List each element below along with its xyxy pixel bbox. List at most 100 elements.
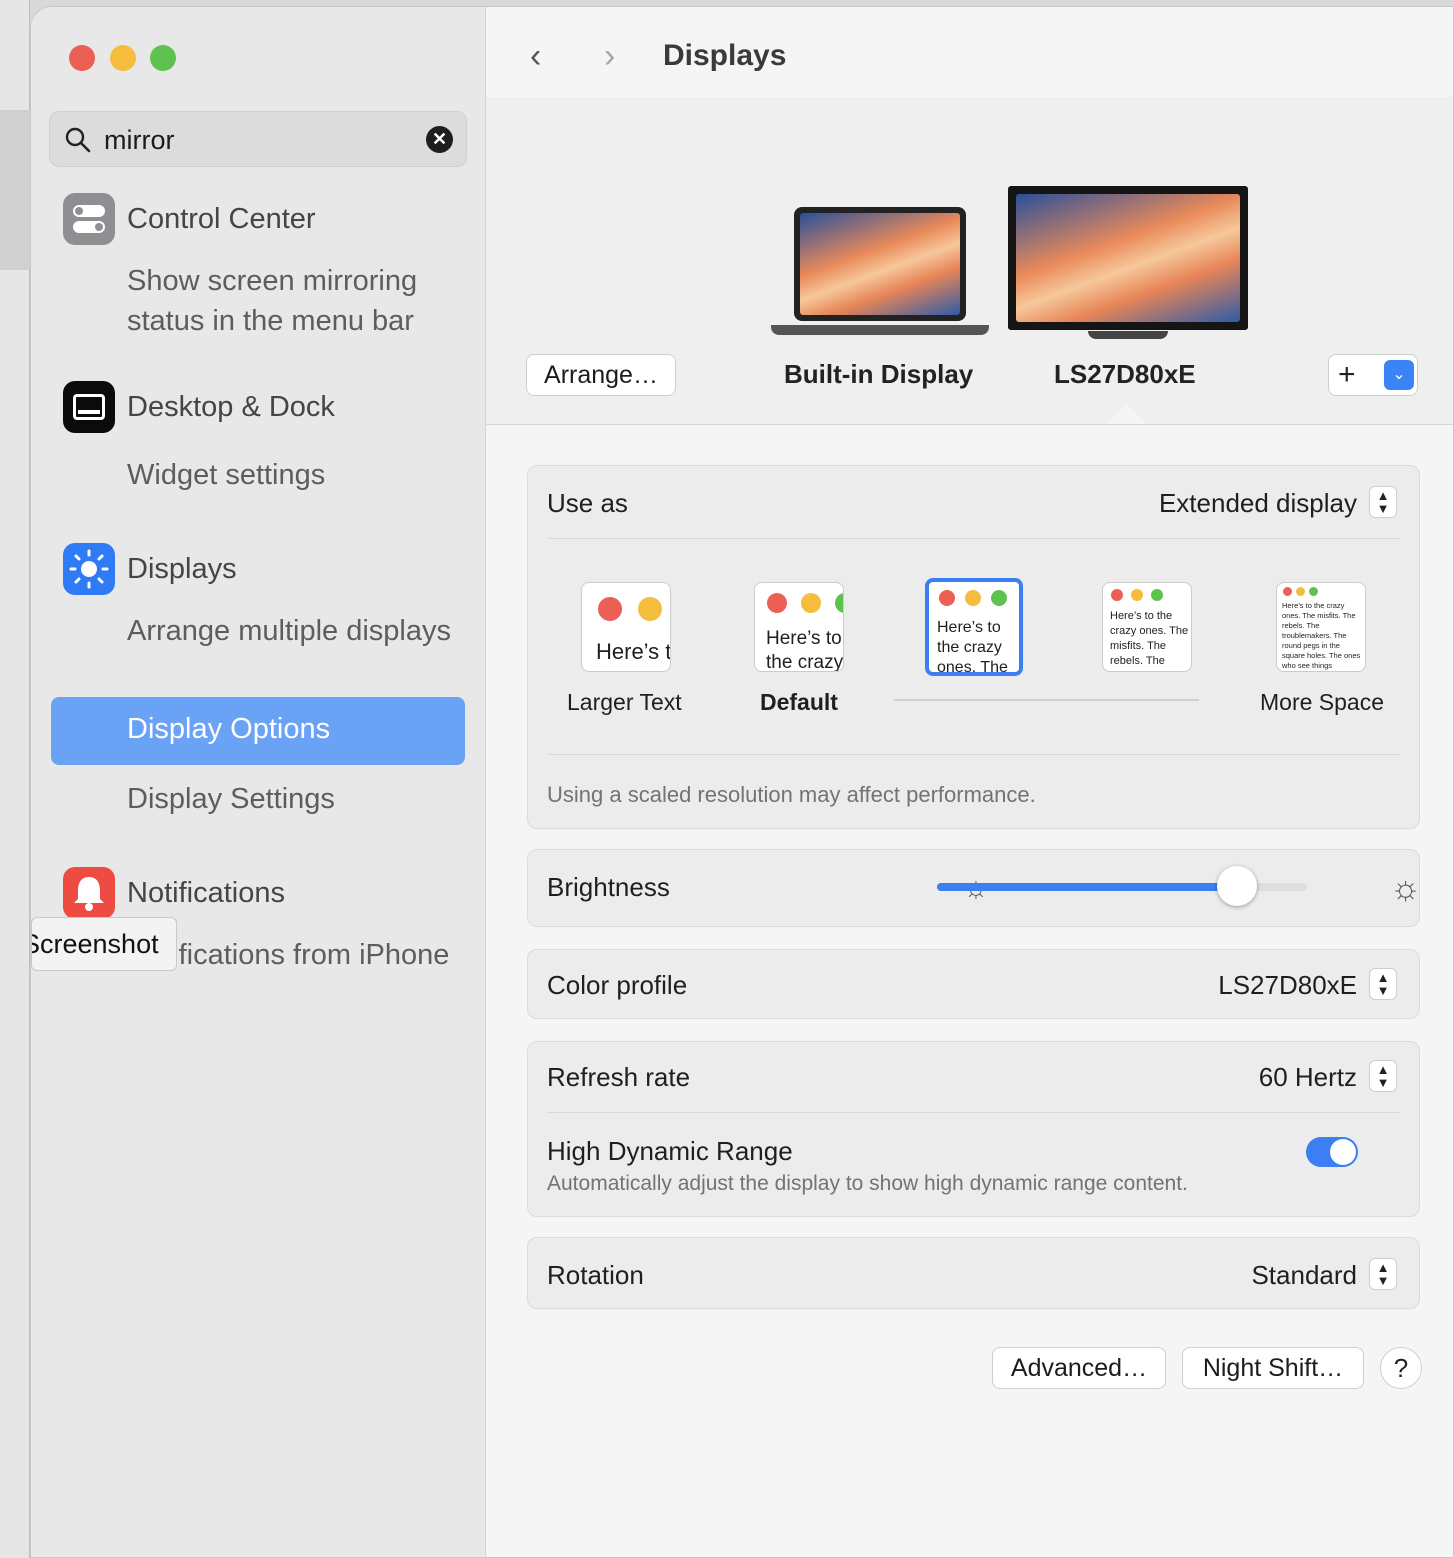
hdr-label: High Dynamic Range bbox=[547, 1136, 793, 1166]
red-dot bbox=[767, 593, 787, 613]
sun-icon bbox=[63, 543, 115, 595]
brightness-label: Brightness bbox=[547, 872, 670, 902]
sample-text: Here’s to the crazy ones. The misfits. T… bbox=[937, 619, 1008, 672]
screenshot-tooltip: Screenshot bbox=[31, 917, 177, 971]
divider bbox=[547, 754, 1400, 755]
night-shift-button[interactable]: Night Shift… bbox=[1182, 1347, 1364, 1389]
search-input[interactable] bbox=[104, 124, 404, 156]
yellow-dot bbox=[638, 597, 662, 621]
toggle-switches-icon bbox=[63, 193, 115, 245]
external-display-thumbnail[interactable] bbox=[1008, 186, 1248, 330]
sidebar-subitem-widget-settings[interactable]: Widget settings bbox=[127, 455, 467, 495]
resolution-option-more-space[interactable]: Here’s to the crazy ones. The misfits. T… bbox=[1276, 582, 1366, 672]
hdr-description: Automatically adjust the display to show… bbox=[547, 1172, 1188, 1195]
red-dot bbox=[1283, 587, 1292, 596]
refresh-rate-card: Refresh rate 60 Hertz ▲ ▼ High Dynamic Ra… bbox=[527, 1041, 1420, 1217]
sample-text: Here’s to the crazy ones. The misfits. T… bbox=[596, 639, 670, 664]
external-display-label[interactable]: LS27D80xE bbox=[1054, 359, 1196, 390]
rotation-label: Rotation bbox=[547, 1260, 644, 1290]
monitor-stand bbox=[1088, 331, 1168, 339]
green-dot bbox=[1309, 587, 1318, 596]
resolution-scale-line bbox=[894, 699, 1199, 701]
more-space-label: More Space bbox=[1260, 689, 1385, 715]
sample-text: Here’s to the crazy ones. The misfits. T… bbox=[766, 628, 844, 672]
builtin-display-label[interactable]: Built-in Display bbox=[784, 359, 973, 390]
sidebar-item-control-center[interactable]: Control Center bbox=[127, 203, 316, 236]
refresh-rate-value[interactable]: 60 Hertz bbox=[1259, 1062, 1357, 1093]
tooltip-text: Screenshot bbox=[31, 929, 159, 959]
color-profile-card: Color profile LS27D80xE ▲ ▼ bbox=[527, 949, 1420, 1019]
plus-icon: + bbox=[1338, 358, 1356, 391]
red-dot bbox=[1111, 589, 1123, 601]
add-display-button[interactable]: + ⌄ bbox=[1328, 354, 1418, 396]
divider bbox=[547, 1112, 1400, 1113]
background-window bbox=[0, 0, 30, 1558]
refresh-rate-label: Refresh rate bbox=[547, 1062, 691, 1092]
rotation-stepper[interactable]: ▲ ▼ bbox=[1369, 1258, 1397, 1290]
brightness-slider-knob[interactable] bbox=[1216, 866, 1257, 906]
advanced-button[interactable]: Advanced… bbox=[992, 1347, 1166, 1389]
bright-sun-icon: ☼ bbox=[1390, 869, 1422, 907]
yellow-dot bbox=[965, 590, 981, 606]
green-dot bbox=[991, 590, 1007, 606]
close-window-button[interactable] bbox=[69, 45, 95, 71]
page-title: Displays bbox=[663, 39, 787, 72]
chevron-down-icon[interactable]: ⌄ bbox=[1384, 360, 1414, 390]
default-label: Default bbox=[760, 689, 838, 715]
scaled-resolution-note: Using a scaled resolution may affect per… bbox=[547, 782, 1036, 807]
sidebar-subitem-label: Display Options bbox=[127, 713, 331, 745]
selection-pointer bbox=[1107, 404, 1147, 424]
rotation-card: Rotation Standard ▲ ▼ bbox=[527, 1237, 1420, 1309]
yellow-dot bbox=[801, 593, 821, 613]
refresh-rate-stepper[interactable]: ▲ ▼ bbox=[1369, 1060, 1397, 1092]
forward-button[interactable]: › bbox=[604, 37, 615, 76]
wallpaper-image bbox=[1016, 194, 1240, 322]
main-pane: ‹ › Displays Arrange… Built-in Display L… bbox=[486, 7, 1453, 1557]
rotation-value[interactable]: Standard bbox=[1251, 1260, 1357, 1291]
sidebar-subitem-notifications-from-iphone[interactable]: Notifications from iPhone bbox=[127, 935, 467, 975]
color-profile-label: Color profile bbox=[547, 970, 688, 1000]
resolution-option-smaller[interactable]: Here’s to the crazy ones. The misfits. T… bbox=[1102, 582, 1192, 672]
hdr-toggle[interactable] bbox=[1306, 1137, 1358, 1167]
divider bbox=[547, 538, 1400, 539]
sidebar-item-notifications[interactable]: Notifications bbox=[127, 877, 285, 910]
arrange-button[interactable]: Arrange… bbox=[526, 354, 676, 396]
use-as-value[interactable]: Extended display bbox=[1159, 488, 1357, 519]
builtin-display-thumbnail[interactable] bbox=[794, 207, 966, 321]
brightness-slider-fill bbox=[937, 883, 1237, 891]
dock-icon bbox=[63, 381, 115, 433]
background-window-tab bbox=[0, 110, 30, 270]
resolution-option-larger-text[interactable]: Here’s to the crazy ones. The misfits. T… bbox=[581, 582, 671, 672]
help-button[interactable]: ? bbox=[1380, 1347, 1422, 1389]
bell-icon bbox=[63, 867, 115, 919]
minimize-window-button[interactable] bbox=[110, 45, 136, 71]
sidebar-subitem-display-settings[interactable]: Display Settings bbox=[127, 779, 467, 819]
clear-search-icon[interactable]: ✕ bbox=[426, 126, 453, 153]
color-profile-stepper[interactable]: ▲ ▼ bbox=[1369, 968, 1397, 1000]
sidebar-subitem-display-options[interactable]: Display Options bbox=[51, 697, 465, 765]
search-field[interactable]: ✕ bbox=[49, 111, 467, 167]
sample-text: Here’s to the crazy ones. The misfits. T… bbox=[1110, 610, 1189, 671]
system-settings-window: ✕ Control Center Show screen mirroring s… bbox=[30, 6, 1454, 1558]
use-as-stepper[interactable]: ▲ ▼ bbox=[1369, 486, 1397, 518]
toggle-knob bbox=[1330, 1139, 1356, 1165]
red-dot bbox=[598, 597, 622, 621]
sidebar-item-displays[interactable]: Displays bbox=[127, 553, 237, 586]
sidebar-subitem-arrange-multiple-displays[interactable]: Arrange multiple displays bbox=[127, 611, 467, 651]
laptop-base bbox=[771, 325, 989, 335]
resolution-option-default[interactable]: Here’s to the crazy ones. The misfits. T… bbox=[754, 582, 844, 672]
sidebar-item-desktop-dock[interactable]: Desktop & Dock bbox=[127, 391, 335, 424]
back-button[interactable]: ‹ bbox=[530, 37, 541, 76]
use-as-label: Use as bbox=[547, 488, 628, 518]
sidebar-subitem-screen-mirroring-status[interactable]: Show screen mirroring status in the menu… bbox=[127, 261, 467, 341]
resolution-option-selected[interactable]: Here’s to the crazy ones. The misfits. T… bbox=[925, 578, 1023, 676]
color-profile-value[interactable]: LS27D80xE bbox=[1218, 970, 1357, 1001]
search-icon bbox=[65, 127, 91, 153]
green-dot bbox=[835, 593, 843, 613]
sample-text: Here’s to the crazy ones. The misfits. T… bbox=[1282, 601, 1361, 670]
zoom-window-button[interactable] bbox=[150, 45, 176, 71]
yellow-dot bbox=[1296, 587, 1305, 596]
larger-text-label: Larger Text bbox=[567, 689, 682, 715]
yellow-dot bbox=[1131, 589, 1143, 601]
sidebar: ✕ Control Center Show screen mirroring s… bbox=[31, 7, 486, 1557]
